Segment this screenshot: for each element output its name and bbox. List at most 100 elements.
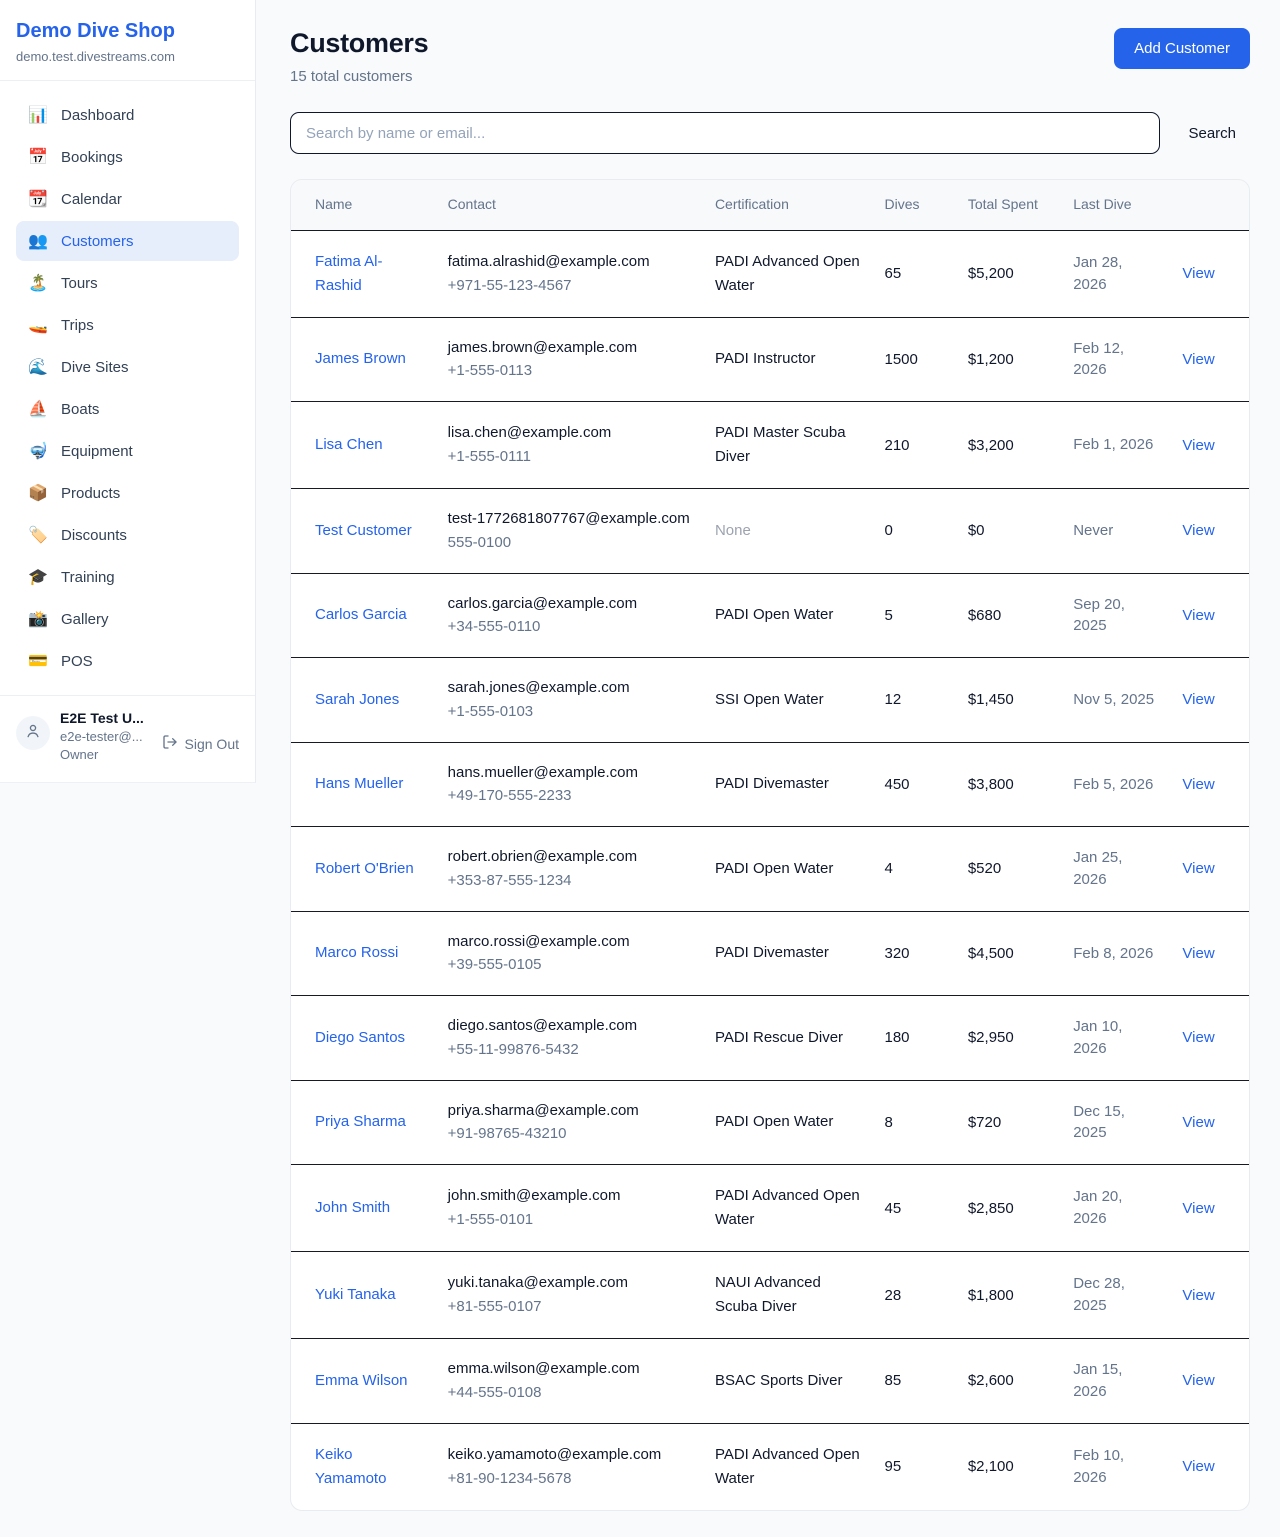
customer-certification: SSI Open Water — [715, 691, 824, 708]
customer-email: hans.mueller@example.com — [448, 762, 691, 784]
customer-name-link[interactable]: Priya Sharma — [315, 1110, 406, 1134]
customer-dives: 4 — [885, 860, 893, 877]
calendar-icon: 📆 — [28, 189, 48, 209]
customer-name-link[interactable]: Hans Mueller — [315, 772, 403, 796]
boats-icon: ⛵ — [28, 399, 48, 419]
view-customer-link[interactable]: View — [1182, 522, 1214, 539]
view-customer-link[interactable]: View — [1182, 1029, 1214, 1046]
customer-certification: PADI Master Scuba Diver — [715, 424, 846, 465]
page-header: Customers 15 total customers Add Custome… — [290, 28, 1250, 85]
sidebar-item-equipment[interactable]: 🤿 Equipment — [16, 431, 239, 471]
customer-total-spent: $1,200 — [968, 351, 1014, 368]
view-customer-link[interactable]: View — [1182, 1287, 1214, 1304]
training-icon: 🎓 — [28, 567, 48, 587]
view-customer-link[interactable]: View — [1182, 776, 1214, 793]
customer-total-spent: $0 — [968, 522, 985, 539]
column-header-contact: Contact — [436, 180, 703, 230]
sign-out-icon — [162, 734, 178, 753]
customer-dives: 450 — [885, 776, 910, 793]
sidebar-item-bookings[interactable]: 📅 Bookings — [16, 137, 239, 177]
customer-name-link[interactable]: Carlos Garcia — [315, 603, 407, 627]
add-customer-button[interactable]: Add Customer — [1114, 28, 1250, 69]
search-input[interactable] — [290, 112, 1160, 154]
app-layout: Demo Dive Shop demo.test.divestreams.com… — [0, 0, 1280, 1537]
sidebar-item-gallery[interactable]: 📸 Gallery — [16, 599, 239, 639]
customer-name-link[interactable]: Sarah Jones — [315, 688, 399, 712]
customer-name-link[interactable]: Keiko Yamamoto — [315, 1443, 424, 1491]
view-customer-link[interactable]: View — [1182, 945, 1214, 962]
customer-name-link[interactable]: Diego Santos — [315, 1026, 405, 1050]
customer-email: diego.santos@example.com — [448, 1015, 691, 1037]
customer-last-dive: Feb 10, 2026 — [1073, 1447, 1124, 1486]
customers-table-card: Name Contact Certification Dives Total S… — [290, 179, 1250, 1511]
customer-name-link[interactable]: Yuki Tanaka — [315, 1283, 396, 1307]
sidebar-item-pos[interactable]: 💳 POS — [16, 641, 239, 681]
customer-last-dive: Feb 8, 2026 — [1073, 945, 1153, 962]
sidebar-item-dashboard[interactable]: 📊 Dashboard — [16, 95, 239, 135]
sidebar-item-label: Calendar — [61, 191, 122, 208]
table-row: Keiko Yamamoto keiko.yamamoto@example.co… — [291, 1423, 1249, 1510]
sidebar-item-label: Gallery — [61, 611, 109, 628]
customer-phone: +81-555-0107 — [448, 1296, 691, 1318]
table-row: Priya Sharma priya.sharma@example.com +9… — [291, 1080, 1249, 1165]
customer-email: fatima.alrashid@example.com — [448, 251, 691, 273]
customer-name-link[interactable]: Fatima Al-Rashid — [315, 250, 424, 298]
gallery-icon: 📸 — [28, 609, 48, 629]
view-customer-link[interactable]: View — [1182, 607, 1214, 624]
customer-email: carlos.garcia@example.com — [448, 593, 691, 615]
customer-dives: 65 — [885, 265, 902, 282]
view-customer-link[interactable]: View — [1182, 1114, 1214, 1131]
customer-last-dive: Jan 25, 2026 — [1073, 849, 1122, 888]
customer-email: marco.rossi@example.com — [448, 931, 691, 953]
dashboard-icon: 📊 — [28, 105, 48, 125]
sidebar-item-discounts[interactable]: 🏷️ Discounts — [16, 515, 239, 555]
sidebar-item-products[interactable]: 📦 Products — [16, 473, 239, 513]
sidebar-item-tours[interactable]: 🏝️ Tours — [16, 263, 239, 303]
search-button[interactable]: Search — [1188, 125, 1236, 142]
sidebar-item-trips[interactable]: 🚤 Trips — [16, 305, 239, 345]
sidebar-item-boats[interactable]: ⛵ Boats — [16, 389, 239, 429]
user-info: E2E Test U... e2e-tester@... Owner — [60, 710, 152, 762]
customer-certification: PADI Open Water — [715, 860, 833, 877]
table-row: Carlos Garcia carlos.garcia@example.com … — [291, 573, 1249, 658]
customer-last-dive: Feb 12, 2026 — [1073, 340, 1124, 379]
sign-out-button[interactable]: Sign Out — [162, 734, 239, 753]
sign-out-label: Sign Out — [185, 736, 239, 752]
sidebar-item-calendar[interactable]: 📆 Calendar — [16, 179, 239, 219]
customer-certification: PADI Advanced Open Water — [715, 253, 860, 294]
page-title: Customers — [290, 28, 428, 59]
view-customer-link[interactable]: View — [1182, 1200, 1214, 1217]
view-customer-link[interactable]: View — [1182, 860, 1214, 877]
view-customer-link[interactable]: View — [1182, 1458, 1214, 1475]
column-header-actions — [1170, 180, 1249, 230]
customer-phone: +81-90-1234-5678 — [448, 1468, 691, 1490]
sidebar-item-customers[interactable]: 👥 Customers — [16, 221, 239, 261]
sidebar-item-label: Tours — [61, 275, 98, 292]
customer-last-dive: Dec 28, 2025 — [1073, 1275, 1125, 1314]
column-header-name: Name — [291, 180, 436, 230]
view-customer-link[interactable]: View — [1182, 265, 1214, 282]
customer-name-link[interactable]: Marco Rossi — [315, 941, 398, 965]
trips-icon: 🚤 — [28, 315, 48, 335]
sidebar-item-label: Trips — [61, 317, 94, 334]
user-section: E2E Test U... e2e-tester@... Owner Sign … — [0, 695, 255, 782]
customer-dives: 5 — [885, 607, 893, 624]
view-customer-link[interactable]: View — [1182, 437, 1214, 454]
customer-name-link[interactable]: Lisa Chen — [315, 433, 383, 457]
view-customer-link[interactable]: View — [1182, 691, 1214, 708]
view-customer-link[interactable]: View — [1182, 1372, 1214, 1389]
sidebar-item-training[interactable]: 🎓 Training — [16, 557, 239, 597]
customer-name-link[interactable]: Robert O'Brien — [315, 857, 414, 881]
customer-name-link[interactable]: Emma Wilson — [315, 1369, 408, 1393]
sidebar-item-dive-sites[interactable]: 🌊 Dive Sites — [16, 347, 239, 387]
customer-phone: +34-555-0110 — [448, 616, 691, 638]
view-customer-link[interactable]: View — [1182, 351, 1214, 368]
customer-name-link[interactable]: Test Customer — [315, 519, 412, 543]
customer-name-link[interactable]: James Brown — [315, 347, 406, 371]
customer-last-dive: Jan 20, 2026 — [1073, 1188, 1122, 1227]
customer-name-link[interactable]: John Smith — [315, 1196, 390, 1220]
customer-certification: PADI Open Water — [715, 1113, 833, 1130]
customer-total-spent: $520 — [968, 860, 1001, 877]
customer-total-spent: $3,800 — [968, 776, 1014, 793]
sidebar-item-label: Discounts — [61, 527, 127, 544]
